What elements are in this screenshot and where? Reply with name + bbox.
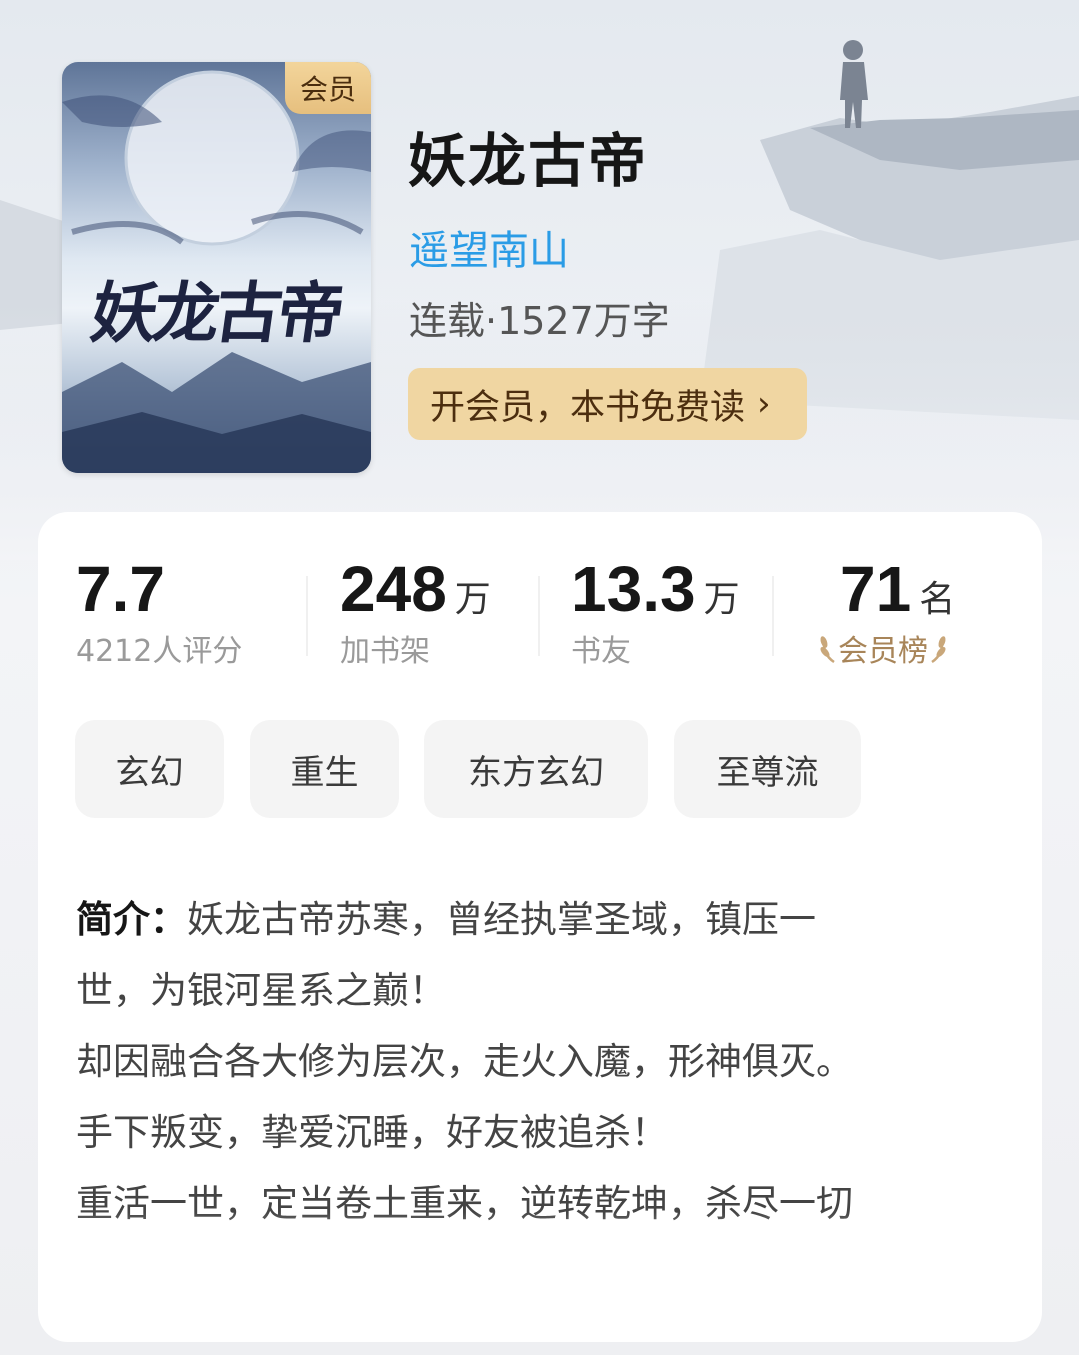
stat-divider: [306, 576, 308, 656]
intro-line: 世，为银河星系之巅！: [76, 969, 446, 1012]
vip-free-read-button[interactable]: 开会员，本书免费读 ›: [408, 368, 807, 440]
rank-unit: 名: [919, 579, 956, 620]
book-cover[interactable]: 妖龙古帝 会员: [62, 62, 371, 473]
tag-item[interactable]: 重生: [250, 720, 399, 818]
rank-label-row: 会员榜: [818, 626, 955, 670]
rating-value: 7.7: [76, 553, 165, 625]
stat-divider: [538, 576, 540, 656]
tag-item[interactable]: 东方玄幻: [424, 720, 648, 818]
rating-count-label: 4212人评分: [76, 634, 243, 669]
intro-fade-overlay: [76, 1212, 1006, 1302]
bookshelf-value: 248: [340, 553, 447, 625]
readers-value: 13.3: [571, 553, 696, 625]
readers-label: 书友: [571, 634, 631, 669]
laurel-right-icon: [931, 636, 946, 664]
vip-badge: 会员: [285, 62, 371, 114]
book-title: 妖龙古帝: [408, 127, 649, 195]
rank-label: 会员榜: [838, 634, 928, 669]
readers-unit: 万: [703, 579, 740, 620]
stat-vip-rank[interactable]: 71 名 会员榜: [818, 552, 955, 670]
book-intro[interactable]: 简介：妖龙古帝苏寒，曾经执掌圣域，镇压一 世，为银河星系之巅！ 却因融合各大修为…: [76, 884, 1006, 1239]
intro-line: 手下叛变，挚爱沉睡，好友被追杀！: [76, 1111, 668, 1154]
intro-line: 妖龙古帝苏寒，曾经执掌圣域，镇压一: [187, 898, 816, 941]
bookshelf-unit: 万: [454, 579, 491, 620]
tag-item[interactable]: 玄幻: [75, 720, 224, 818]
cover-title: 妖龙古帝: [86, 274, 346, 352]
bookshelf-label: 加书架: [340, 634, 430, 669]
intro-line: 却因融合各大修为层次，走火入魔，形神俱灭。: [76, 1040, 853, 1083]
tag-item[interactable]: 至尊流: [674, 720, 861, 818]
chevron-right-icon: ›: [757, 384, 771, 424]
author-link[interactable]: 遥望南山: [409, 218, 569, 276]
stat-bookshelf[interactable]: 248 万 加书架: [340, 552, 491, 670]
laurel-left-icon: [820, 636, 835, 664]
stat-readers[interactable]: 13.3 万 书友: [571, 552, 740, 670]
vip-button-label: 开会员，本书免费读: [430, 387, 746, 428]
book-meta: 连载·1527万字: [409, 299, 670, 343]
rank-value: 71: [840, 553, 912, 625]
intro-label: 简介：: [76, 898, 187, 941]
stat-rating[interactable]: 7.7 4212人评分: [76, 552, 242, 670]
book-info-card: 7.7 4212人评分 248 万 加书架 13.3 万 书友 71 名 会员榜 玄幻: [38, 512, 1042, 1342]
stat-divider: [772, 576, 774, 656]
